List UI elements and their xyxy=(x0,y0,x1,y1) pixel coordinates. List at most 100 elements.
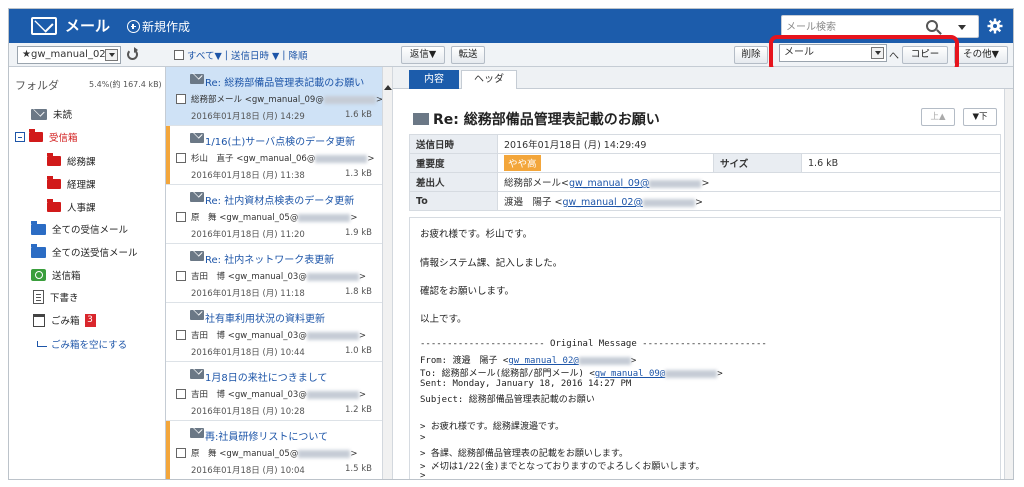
message-subject[interactable]: 1/16(土)サーバ点検のデータ更新 xyxy=(205,133,355,148)
reply-line: > xyxy=(420,471,426,480)
message-sender: 原 舞 <gw_manual_05@ > xyxy=(191,213,358,223)
priority-badge: やや高 xyxy=(504,155,541,171)
message-checkbox[interactable] xyxy=(176,94,186,104)
quote-to-link[interactable]: gw_manual_09@ xyxy=(595,369,665,379)
folder-label: 受信箱 xyxy=(49,133,78,144)
meta-priority-cell: やや高 xyxy=(497,153,714,173)
account-select[interactable]: ★gw_manual_02 xyxy=(17,46,121,64)
message-subject[interactable]: 社有車利用状況の資料更新 xyxy=(205,310,325,325)
new-message-button[interactable]: 新規作成 xyxy=(127,18,190,35)
divider: | xyxy=(282,49,286,61)
reply-line: > お疲れ様です。総務課渡邉です。 xyxy=(420,422,565,432)
message-list-scrollbar[interactable] xyxy=(382,67,393,479)
refresh-icon[interactable] xyxy=(127,47,138,60)
message-row[interactable]: Re: 社内資材点検表のデータ更新 原 舞 <gw_manual_05@ > 20… xyxy=(166,185,382,244)
app-brand[interactable]: メール xyxy=(31,15,110,36)
forward-button[interactable]: 転送 xyxy=(451,46,485,64)
message-subject[interactable]: 1月8日の来社につきまして xyxy=(205,369,327,384)
message-date: 2016年01月18日 (月) 10:04 xyxy=(191,466,305,476)
reply-button[interactable]: 返信▼ xyxy=(401,46,445,64)
message-date: 2016年01月18日 (月) 11:18 xyxy=(191,289,305,299)
message-row[interactable]: 再:社員研修リストについて 原 舞 <gw_manual_05@ > 2016年0… xyxy=(166,421,382,479)
search-input[interactable] xyxy=(786,19,916,35)
folder-inbox[interactable]: 受信箱 xyxy=(15,129,78,144)
trash-count-badge: 3 xyxy=(84,313,96,327)
unread-stripe xyxy=(166,126,170,184)
message-sender: 杉山 直子 <gw_manual_06@ > xyxy=(191,154,375,164)
quote-subject: Subject: 総務部備品管理表記載のお願い xyxy=(420,395,595,405)
list-tools: すべて▼ | 送信日時 ▼ | 降順 xyxy=(174,48,308,62)
meta-key: 重要度 xyxy=(409,153,498,173)
previous-message-button[interactable]: 上▲ xyxy=(921,108,955,126)
folder-general-affairs[interactable]: 総務課 xyxy=(47,153,96,168)
message-checkbox[interactable] xyxy=(176,389,186,399)
search-icon[interactable] xyxy=(926,20,938,32)
reading-pane-scrollbar[interactable] xyxy=(1004,89,1013,479)
meta-sent-value: 2016年01月18日 (月) 14:29:49 xyxy=(497,134,1001,154)
folder-all-received[interactable]: 全ての受信メール xyxy=(31,220,128,236)
message-date: 2016年01月18日 (月) 10:28 xyxy=(191,407,305,417)
scroll-up-arrow-icon[interactable] xyxy=(384,85,392,90)
message-subject[interactable]: Re: 社内資材点検表のデータ更新 xyxy=(205,192,354,207)
message-checkbox[interactable] xyxy=(176,153,186,163)
message-list: Re: 総務部備品管理表記載のお願い 総務部メール <gw_manual_09@… xyxy=(166,67,382,479)
message-row[interactable]: 1月8日の来社につきまして 吉田 博 <gw_manual_03@ > 2016年… xyxy=(166,362,382,421)
message-body: お疲れ様です。杉山です。 情報システム課、記入しました。 確認をお願いします。 … xyxy=(409,217,1001,480)
tab-header[interactable]: ヘッダ xyxy=(461,70,517,89)
message-checkbox[interactable] xyxy=(176,448,186,458)
collapse-icon[interactable] xyxy=(15,132,25,142)
folder-hr[interactable]: 人事課 xyxy=(47,199,96,214)
tab-content[interactable]: 内容 xyxy=(409,70,459,89)
folder-icon xyxy=(47,199,61,212)
meta-from-value: 総務部メール<gw_manual_09@ > xyxy=(497,172,1001,192)
body-line: 以上です。 xyxy=(420,314,467,325)
reply-line: > 〆切は1/22(金)までとなっておりますのでよろしくお願いします。 xyxy=(420,462,705,472)
message-checkbox[interactable] xyxy=(176,212,186,222)
new-message-label: 新規作成 xyxy=(142,20,191,34)
message-size: 1.9 kB xyxy=(345,228,372,238)
folder-label: 総務課 xyxy=(67,157,96,168)
message-date: 2016年01月18日 (月) 11:38 xyxy=(191,171,305,181)
search-options-caret-icon[interactable] xyxy=(958,25,966,30)
message-subject[interactable]: Re: 総務部備品管理表記載のお願い xyxy=(205,74,364,89)
mail-icon xyxy=(31,16,57,35)
folder-all-sent-received[interactable]: 全ての送受信メール xyxy=(31,243,138,259)
message-subject[interactable]: Re: 社内ネットワーク表更新 xyxy=(205,251,334,266)
message-subject[interactable]: 再:社員研修リストについて xyxy=(205,428,328,443)
message-checkbox[interactable] xyxy=(176,330,186,340)
folder-unread[interactable]: 未読 xyxy=(31,107,72,121)
message-row[interactable]: 社有車利用状況の資料更新 吉田 博 <gw_manual_03@ > 2016年0… xyxy=(166,303,382,362)
message-size: 1.5 kB xyxy=(345,464,372,474)
message-size: 1.2 kB xyxy=(345,405,372,415)
empty-trash-link[interactable]: ごみ箱を空にする xyxy=(37,337,127,351)
folder-label: 未読 xyxy=(53,110,73,121)
quote-from-link[interactable]: gw_manual_02@ xyxy=(508,356,578,366)
folder-sent[interactable]: 送信箱 xyxy=(31,268,81,282)
message-row[interactable]: Re: 総務部備品管理表記載のお願い 総務部メール <gw_manual_09@… xyxy=(166,67,382,126)
sort-field-menu[interactable]: 送信日時 ▼ xyxy=(231,48,279,62)
select-all-menu[interactable]: すべて▼ xyxy=(187,48,222,62)
quote-separator: ----------------------- Original Message… xyxy=(420,339,767,349)
folder-drafts[interactable]: 下書き xyxy=(33,290,79,304)
gear-icon[interactable] xyxy=(987,18,1003,34)
next-message-button[interactable]: ▼下 xyxy=(963,108,997,126)
folder-trash[interactable]: ごみ箱 3 xyxy=(33,313,96,327)
delete-button[interactable]: 削除 xyxy=(734,46,768,64)
folder-label: 人事課 xyxy=(67,203,96,214)
sent-icon xyxy=(31,269,46,281)
sort-order-link[interactable]: 降順 xyxy=(289,48,308,62)
envelope-icon xyxy=(190,310,204,320)
message-row[interactable]: Re: 社内ネットワーク表更新 吉田 博 <gw_manual_03@ > 201… xyxy=(166,244,382,303)
to-address-link[interactable]: gw_manual_02@ xyxy=(563,197,643,208)
select-all-checkbox[interactable] xyxy=(174,50,184,60)
message-row[interactable]: 1/16(土)サーバ点検のデータ更新 杉山 直子 <gw_manual_06@ >… xyxy=(166,126,382,185)
message-size: 1.0 kB xyxy=(345,346,372,356)
folder-accounting[interactable]: 経理課 xyxy=(47,176,96,191)
quote-to: To: 総務部メール(総務部/部門メール) <gw_manual_09@ > xyxy=(420,369,723,379)
inbox-tray-icon xyxy=(31,220,46,235)
other-menu-button[interactable]: その他▼ xyxy=(954,46,1008,64)
from-address-link[interactable]: gw_manual_09@ xyxy=(569,178,649,189)
meta-to-value: 渡邉 陽子 <gw_manual_02@ > xyxy=(497,191,1001,211)
message-checkbox[interactable] xyxy=(176,271,186,281)
folder-pane: フォルダ 5.4%(約 167.4 kB) 未読 受信箱 総務課 経理課 人事課… xyxy=(9,67,166,479)
